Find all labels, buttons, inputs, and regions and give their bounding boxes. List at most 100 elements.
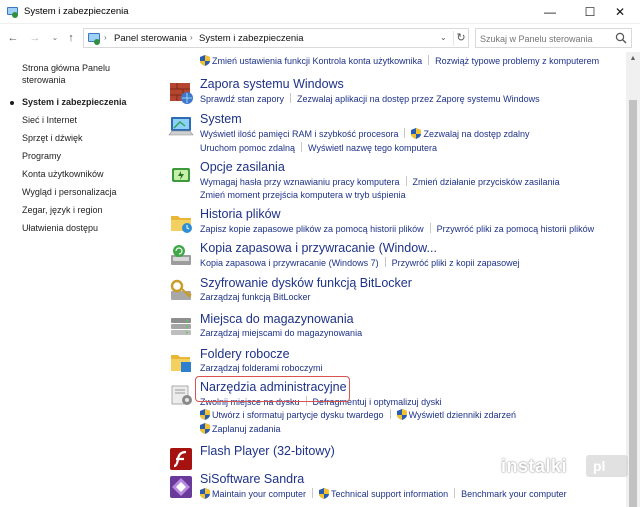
link-row: Utwórz i sformatuj partycje dysku twarde…	[200, 409, 516, 420]
window-title: System i zabezpieczenia	[24, 6, 129, 17]
link-allow-remote-access[interactable]: Zezwalaj na dostęp zdalny	[423, 129, 529, 139]
scroll-up-icon[interactable]: ▲	[626, 52, 640, 66]
search-input[interactable]	[480, 32, 610, 45]
link-restore-file-history[interactable]: Przywróć pliki za pomocą historii plików	[437, 224, 595, 234]
scrollbar-thumb[interactable]	[629, 100, 637, 507]
category-heading-power[interactable]: Opcje zasilania	[200, 160, 285, 174]
uac-shield-icon	[200, 55, 210, 66]
link-restore-from-backup[interactable]: Przywróć pliki z kopii zapasowej	[392, 258, 520, 268]
sidebar-item-system-security[interactable]: System i zabezpieczenia	[22, 97, 152, 109]
link-save-backup-file-history[interactable]: Zapisz kopie zapasowe plików za pomocą h…	[200, 224, 424, 234]
sisoftware-sandra-icon	[170, 476, 192, 498]
sidebar-item-hardware[interactable]: Sprzęt i dźwięk	[22, 133, 152, 145]
main-content: Zmień ustawienia funkcji Kontrola konta …	[160, 52, 626, 507]
category-heading-bitlocker[interactable]: Szyfrowanie dysków funkcją BitLocker	[200, 276, 412, 290]
sidebar-item-appearance[interactable]: Wygląd i personalizacja	[22, 187, 152, 199]
uac-shield-icon	[411, 128, 422, 139]
link-power-buttons[interactable]: Zmień działanie przycisków zasilania	[413, 177, 560, 187]
title-bar: System i zabezpieczenia — ☐ ✕	[0, 0, 640, 24]
system-computer-icon	[168, 117, 194, 136]
storage-spaces-icon	[171, 318, 191, 335]
vertical-scrollbar[interactable]: ▲	[626, 52, 640, 507]
link-row: Zmień ustawienia funkcji Kontrola konta …	[200, 55, 599, 66]
link-row: Kopia zapasowa i przywracanie (Windows 7…	[200, 257, 520, 268]
firewall-icon	[170, 83, 193, 104]
link-schedule-tasks[interactable]: Zaplanuj zadania	[212, 424, 281, 434]
link-row: Zaplanuj zadania	[200, 423, 281, 434]
link-manage-storage[interactable]: Zarządzaj miejscami do magazynowania	[200, 328, 362, 338]
minimize-button[interactable]: —	[530, 0, 570, 24]
link-divider	[290, 93, 292, 103]
uac-shield-icon	[200, 423, 210, 434]
breadcrumb-separator: ›	[190, 33, 193, 42]
link-troubleshoot[interactable]: Rozwiąż typowe problemy z komputerem	[435, 56, 599, 66]
link-row: Maintain your computer Technical support …	[200, 488, 567, 499]
link-allow-app-firewall[interactable]: Zezwalaj aplikacji na dostęp przez Zapor…	[297, 94, 540, 104]
category-heading-sandra[interactable]: SiSoftware Sandra	[200, 472, 304, 486]
link-row: Sprawdź stan zapory Zezwalaj aplikacji na…	[200, 93, 540, 104]
category-heading-firewall[interactable]: Zapora systemu Windows	[200, 77, 344, 91]
category-heading-system[interactable]: System	[200, 112, 242, 126]
address-row: ← → ⌄ ↑ › Panel sterowania › System i za…	[0, 25, 640, 51]
link-firewall-status[interactable]: Sprawdź stan zapory	[200, 94, 284, 104]
back-button[interactable]: ←	[6, 31, 20, 45]
link-remote-assistance[interactable]: Uruchom pomoc zdalną	[200, 143, 295, 153]
link-divider	[429, 223, 431, 233]
control-panel-icon	[88, 33, 100, 45]
link-benchmark[interactable]: Benchmark your computer	[461, 489, 567, 499]
uac-shield-icon	[319, 488, 330, 499]
recent-locations-button[interactable]: ⌄	[48, 31, 62, 45]
link-row: Zmień moment przejścia komputera w tryb …	[200, 190, 406, 200]
link-event-logs[interactable]: Wyświetl dzienniki zdarzeń	[409, 410, 516, 420]
sidebar-item-programs[interactable]: Programy	[22, 151, 152, 163]
sidebar-item-clock-region[interactable]: Zegar, język i region	[22, 205, 152, 217]
address-bar[interactable]: › Panel sterowania › System i zabezpiecz…	[83, 28, 469, 48]
refresh-icon[interactable]: ↻	[453, 31, 468, 46]
category-heading-flash[interactable]: Flash Player (32-bitowy)	[200, 444, 335, 458]
sidebar-item-network[interactable]: Sieć i Internet	[22, 115, 152, 127]
link-row: Zarządzaj miejscami do magazynowania	[200, 328, 362, 338]
link-row: Zarządzaj funkcją BitLocker	[200, 292, 311, 302]
search-box[interactable]	[475, 28, 632, 48]
link-row: Wymagaj hasła przy wznawianiu pracy komp…	[200, 176, 560, 187]
forward-button[interactable]: →	[28, 31, 42, 45]
sidebar-item-home[interactable]: Strona główna Panelu sterowania	[22, 63, 132, 86]
link-create-format-partitions[interactable]: Utwórz i sformatuj partycje dysku twarde…	[212, 410, 384, 420]
category-heading-file-history[interactable]: Historia plików	[200, 207, 281, 221]
link-sleep-timing[interactable]: Zmień moment przejścia komputera w tryb …	[200, 190, 406, 200]
control-panel-icon	[7, 7, 18, 18]
link-backup-windows7[interactable]: Kopia zapasowa i przywracanie (Windows 7…	[200, 258, 379, 268]
link-divider	[405, 176, 407, 186]
work-folders-icon	[171, 355, 191, 372]
uac-shield-icon	[200, 488, 210, 499]
highlight-annotation	[195, 376, 350, 402]
sidebar: Strona główna Panelu sterowania System i…	[0, 52, 160, 507]
power-options-icon	[172, 168, 190, 182]
breadcrumb-system-security[interactable]: System i zabezpieczenia	[199, 33, 304, 44]
category-heading-storage[interactable]: Miejsca do magazynowania	[200, 312, 354, 326]
sidebar-item-accounts[interactable]: Konta użytkowników	[22, 169, 152, 181]
link-divider	[454, 488, 456, 498]
link-divider	[404, 128, 406, 138]
link-manage-work-folders[interactable]: Zarządzaj folderami roboczymi	[200, 363, 323, 373]
link-row: Zarządzaj folderami roboczymi	[200, 363, 323, 373]
up-button[interactable]: ↑	[64, 31, 78, 45]
link-computer-name[interactable]: Wyświetl nazwę tego komputera	[308, 143, 437, 153]
watermark-logo: instalki pl	[497, 453, 633, 481]
breadcrumb-panel-sterowania[interactable]: Panel sterowania	[114, 33, 187, 44]
search-icon[interactable]	[615, 32, 627, 44]
link-technical-support[interactable]: Technical support information	[331, 489, 448, 499]
link-require-password-wake[interactable]: Wymagaj hasła przy wznawianiu pracy komp…	[200, 177, 400, 187]
category-heading-backup[interactable]: Kopia zapasowa i przywracanie (Window...	[200, 241, 437, 255]
flash-player-icon	[170, 448, 192, 470]
address-dropdown-icon[interactable]: ⌄	[440, 33, 447, 42]
link-maintain-computer[interactable]: Maintain your computer	[212, 489, 306, 499]
sidebar-item-ease-of-access[interactable]: Ułatwienia dostępu	[22, 223, 152, 235]
close-button[interactable]: ✕	[600, 0, 640, 24]
category-heading-work-folders[interactable]: Foldery robocze	[200, 347, 290, 361]
link-manage-bitlocker[interactable]: Zarządzaj funkcją BitLocker	[200, 292, 311, 302]
link-view-ram-cpu[interactable]: Wyświetl ilość pamięci RAM i szybkość pr…	[200, 129, 398, 139]
link-change-uac[interactable]: Zmień ustawienia funkcji Kontrola konta …	[212, 56, 422, 66]
backup-restore-icon	[171, 245, 191, 265]
link-row: Wyświetl ilość pamięci RAM i szybkość pr…	[200, 128, 530, 139]
